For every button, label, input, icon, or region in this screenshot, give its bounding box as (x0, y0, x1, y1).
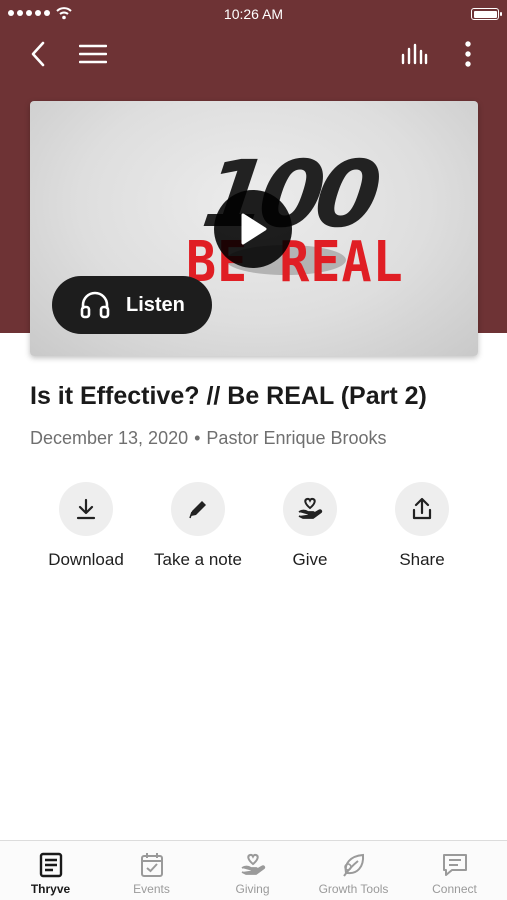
sermon-date: December 13, 2020 (30, 428, 189, 448)
listen-label: Listen (126, 293, 185, 316)
chevron-left-icon (31, 41, 45, 67)
battery-icon (471, 8, 502, 20)
chat-icon (441, 851, 469, 879)
share-icon (395, 482, 449, 536)
meta-separator: • (194, 428, 201, 448)
share-button[interactable]: Share (366, 482, 478, 570)
download-icon (59, 482, 113, 536)
tab-events-label: Events (133, 882, 170, 896)
play-button[interactable] (214, 190, 292, 268)
heart-hand-icon (283, 482, 337, 536)
listen-button[interactable]: Listen (52, 276, 212, 334)
audio-levels-button[interactable] (398, 38, 430, 70)
download-button[interactable]: Download (30, 482, 142, 570)
tab-connect[interactable]: Connect (404, 841, 505, 900)
tab-thryve-label: Thryve (30, 882, 71, 896)
leaf-icon (340, 851, 368, 879)
book-icon (37, 851, 65, 879)
hamburger-icon (79, 44, 107, 64)
share-label: Share (399, 550, 445, 569)
download-label: Download (48, 550, 124, 569)
bottom-tab-bar: Thryve Events Giving Growth Tools Connec… (0, 840, 507, 900)
sermon-speaker: Pastor Enrique Brooks (206, 428, 387, 448)
top-nav (0, 30, 507, 76)
play-icon (241, 213, 267, 245)
heart-hand-icon (239, 851, 267, 879)
status-bar: 10:26 AM (0, 0, 507, 28)
headphones-icon (80, 289, 112, 321)
take-note-button[interactable]: Take a note (142, 482, 254, 570)
equalizer-icon (401, 43, 428, 65)
pencil-icon (171, 482, 225, 536)
take-note-label: Take a note (154, 550, 242, 569)
tab-giving[interactable]: Giving (202, 841, 303, 900)
tab-growth-tools-label: Growth Tools (318, 882, 389, 896)
give-button[interactable]: Give (254, 482, 366, 570)
tab-growth-tools[interactable]: Growth Tools (303, 841, 404, 900)
give-label: Give (292, 550, 328, 569)
more-vertical-icon (465, 41, 471, 67)
more-options-button[interactable] (452, 38, 484, 70)
tab-giving-label: Giving (235, 882, 270, 896)
menu-button[interactable] (77, 38, 109, 70)
tab-events[interactable]: Events (101, 841, 202, 900)
tab-connect-label: Connect (432, 882, 477, 896)
back-button[interactable] (22, 38, 54, 70)
action-row: Download Take a note Give Share (0, 482, 507, 582)
sermon-meta: December 13, 2020 • Pastor Enrique Brooks (30, 428, 387, 449)
status-time: 10:26 AM (223, 6, 284, 22)
calendar-icon (138, 851, 166, 879)
tab-thryve[interactable]: Thryve (0, 841, 101, 900)
sermon-title: Is it Effective? // Be REAL (Part 2) (30, 382, 427, 410)
